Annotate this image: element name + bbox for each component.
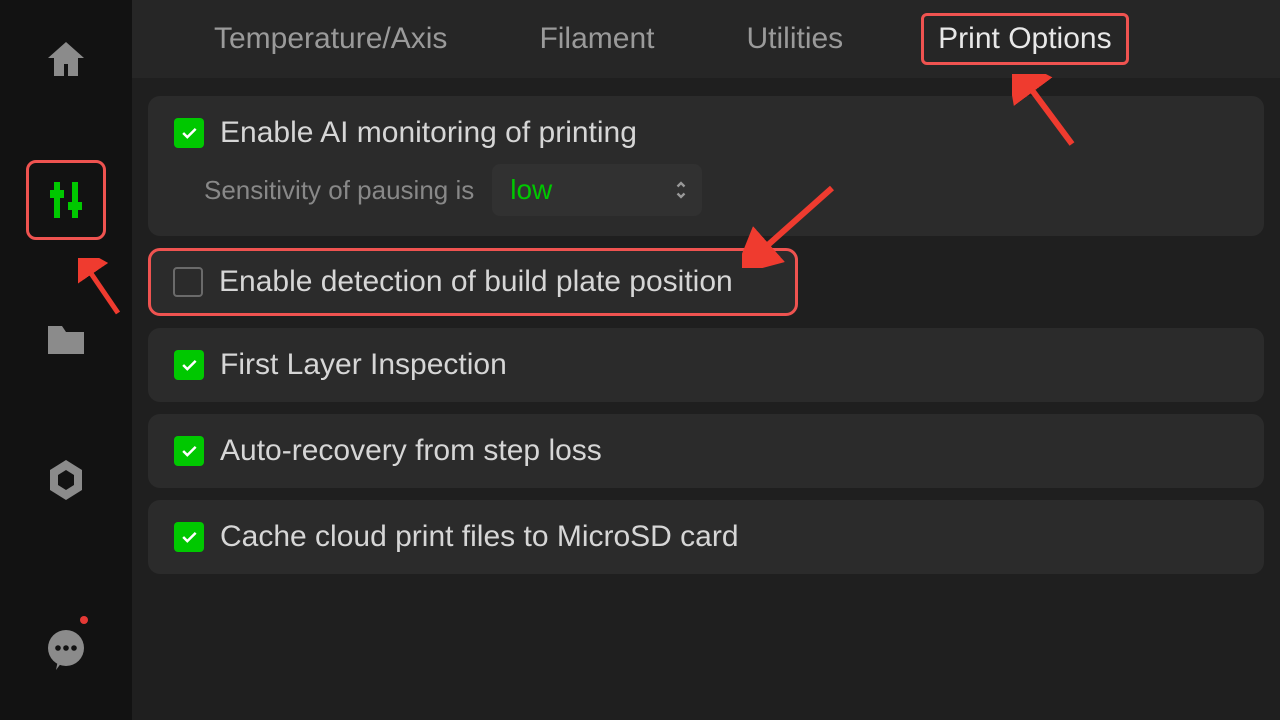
option-cache-cloud: Cache cloud print files to MicroSD card xyxy=(148,500,1264,574)
nav-chat[interactable] xyxy=(26,610,106,690)
tab-bar: Temperature/Axis Filament Utilities Prin… xyxy=(132,0,1280,78)
label-cache-cloud: Cache cloud print files to MicroSD card xyxy=(220,520,739,554)
folder-icon xyxy=(42,316,90,364)
dropdown-sensitivity-value: low xyxy=(510,174,552,205)
label-ai-monitoring: Enable AI monitoring of printing xyxy=(220,116,637,150)
option-build-plate: Enable detection of build plate position xyxy=(148,248,798,316)
notification-dot xyxy=(80,616,88,624)
checkbox-ai-monitoring[interactable] xyxy=(174,118,204,148)
nav-settings[interactable] xyxy=(26,160,106,240)
tab-print-options[interactable]: Print Options xyxy=(921,13,1128,65)
label-build-plate: Enable detection of build plate position xyxy=(219,265,733,299)
option-first-layer: First Layer Inspection xyxy=(148,328,1264,402)
dropdown-sensitivity[interactable]: low xyxy=(492,164,702,216)
checkbox-build-plate[interactable] xyxy=(173,267,203,297)
main-area: Temperature/Axis Filament Utilities Prin… xyxy=(132,0,1280,720)
nav-home[interactable] xyxy=(26,20,106,100)
tab-filament[interactable]: Filament xyxy=(525,16,668,62)
label-sensitivity: Sensitivity of pausing is xyxy=(204,175,474,206)
nav-files[interactable] xyxy=(26,300,106,380)
sliders-icon xyxy=(42,176,90,224)
home-icon xyxy=(42,36,90,84)
content: Enable AI monitoring of printing Sensiti… xyxy=(132,78,1280,574)
check-icon xyxy=(179,527,199,547)
checkbox-cache-cloud[interactable] xyxy=(174,522,204,552)
check-icon xyxy=(179,355,199,375)
chat-icon xyxy=(42,626,90,674)
check-icon xyxy=(179,123,199,143)
hexagon-icon xyxy=(42,456,90,504)
sidebar xyxy=(0,0,132,720)
label-first-layer: First Layer Inspection xyxy=(220,348,507,382)
chevron-updown-icon xyxy=(674,178,688,201)
option-auto-recovery: Auto-recovery from step loss xyxy=(148,414,1264,488)
label-auto-recovery: Auto-recovery from step loss xyxy=(220,434,602,468)
checkbox-first-layer[interactable] xyxy=(174,350,204,380)
option-ai-monitoring: Enable AI monitoring of printing Sensiti… xyxy=(148,96,1264,236)
check-icon xyxy=(179,441,199,461)
checkbox-auto-recovery[interactable] xyxy=(174,436,204,466)
tab-temperature-axis[interactable]: Temperature/Axis xyxy=(200,16,461,62)
tab-utilities[interactable]: Utilities xyxy=(732,16,857,62)
nav-system[interactable] xyxy=(26,440,106,520)
